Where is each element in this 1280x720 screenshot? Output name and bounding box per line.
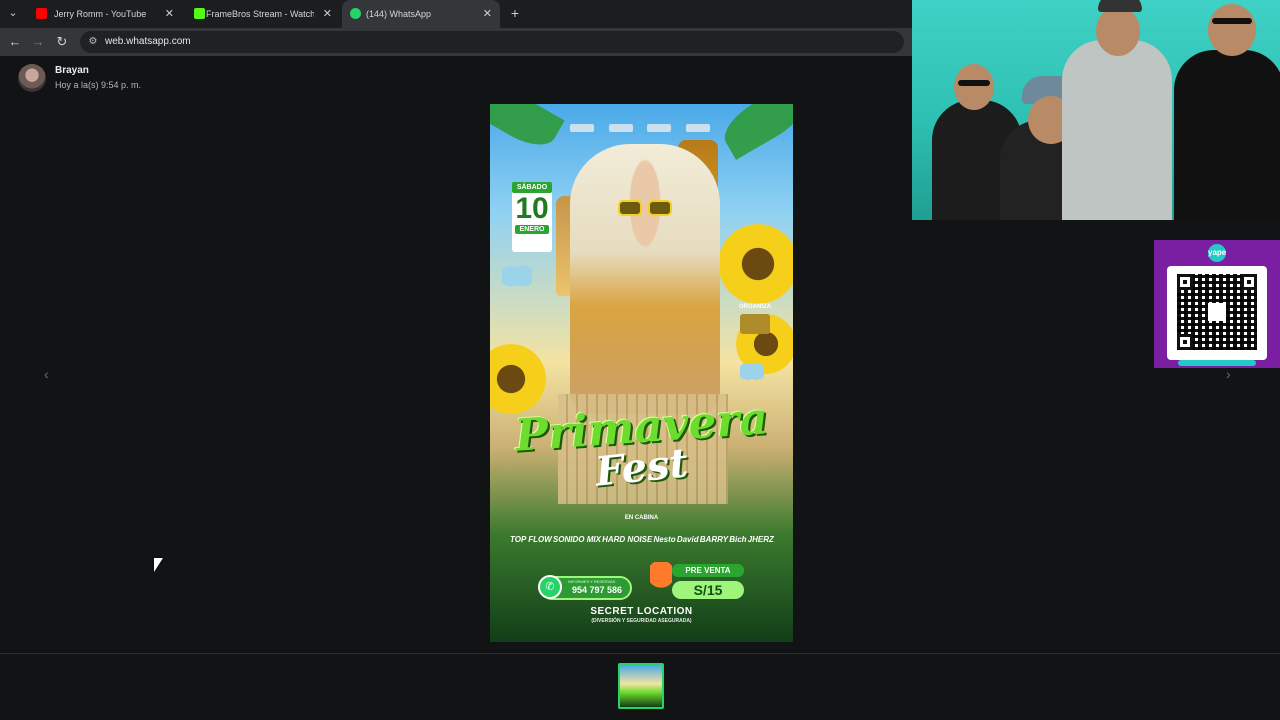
qr-frame (1167, 266, 1267, 360)
browser-tab-strip: ⌄ Jerry Romm - YouTube ✕ FrameBros Strea… (0, 0, 912, 28)
whatsapp-icon (350, 8, 361, 19)
tab-search-chevron-icon[interactable]: ⌄ (4, 4, 22, 22)
person (1062, 40, 1172, 220)
sunflower (490, 344, 546, 414)
close-tab-icon[interactable]: ✕ (323, 7, 332, 20)
palm-leaf (490, 104, 565, 156)
cap (1098, 0, 1142, 12)
dj-logo: Nesto (653, 534, 676, 544)
tab-youtube[interactable]: Jerry Romm - YouTube ✕ (26, 0, 182, 28)
whatsapp-label: INFORMES Y RESERVAS (568, 579, 616, 584)
close-tab-icon[interactable]: ✕ (483, 7, 492, 20)
location-subtitle: (DIVERSIÓN Y SEGURIDAD ASEGURADA) (591, 618, 692, 624)
event-month: ENERO (515, 225, 549, 234)
dj-logo: TOP FLOW (510, 534, 552, 544)
new-tab-button[interactable]: + (506, 4, 524, 22)
sender-avatar[interactable] (18, 64, 46, 92)
dj-logo: HARD NOISE (602, 534, 653, 544)
back-arrow-icon[interactable]: ← (6, 33, 24, 51)
mouse-cursor (154, 558, 163, 572)
previous-media-chevron-icon[interactable]: ‹ (44, 366, 49, 382)
person (1174, 50, 1280, 220)
person-head (1208, 4, 1256, 56)
payment-qr-card: yape (1154, 240, 1280, 368)
tab-whatsapp[interactable]: (144) WhatsApp ✕ (342, 0, 500, 28)
en-cabina-label: EN CABINA (624, 515, 659, 521)
person-head (954, 64, 994, 110)
presale-price: S/15 (672, 581, 744, 599)
close-tab-icon[interactable]: ✕ (165, 7, 174, 20)
event-date-number: 10 (515, 192, 549, 225)
sponsor-logos (570, 124, 710, 134)
site-settings-icon[interactable]: ⚙ (86, 35, 100, 49)
palm-leaf (716, 104, 793, 160)
dj-lineup: TOP FLOW SONIDO MIX HARD NOISE Nesto Dav… (510, 528, 774, 550)
reload-icon[interactable]: ↻ (53, 33, 71, 51)
dj-logo: Bich (729, 534, 747, 544)
next-media-chevron-icon[interactable]: › (1226, 366, 1231, 382)
youtube-icon (36, 8, 47, 19)
organizer-block: ORGANIZA (732, 304, 778, 334)
tab-title: (144) WhatsApp (366, 9, 432, 19)
organizer-logo (740, 314, 770, 334)
webcam-overlay (912, 0, 1280, 220)
poster-model (570, 144, 720, 414)
butterfly (502, 264, 532, 294)
media-image-poster: SÁBADO 10 ENERO ORGANIZA Primavera Fest … (490, 104, 793, 642)
tab-title: Jerry Romm - YouTube (54, 9, 147, 19)
cocktail-glass (650, 562, 672, 602)
whatsapp-number: 954 797 586 (572, 585, 623, 595)
dj-logo: SONIDO MIX (552, 534, 601, 544)
forward-arrow-icon[interactable]: → (29, 33, 47, 51)
organiza-label: ORGANIZA (739, 304, 771, 310)
yape-logo: yape (1208, 244, 1226, 262)
sent-time: Hoy a la(s) 9:54 p. m. (55, 80, 142, 90)
thumbnail-divider (0, 653, 1280, 654)
sunglasses (1212, 18, 1252, 24)
sender-name: Brayan (55, 65, 89, 76)
qr-footer-bar (1178, 360, 1256, 366)
tab-framebros[interactable]: FrameBros Stream - Watch Live ✕ (184, 0, 340, 28)
tab-title: FrameBros Stream - Watch Live (206, 9, 314, 19)
url-text: web.whatsapp.com (105, 36, 191, 47)
event-date-card: SÁBADO 10 ENERO (512, 182, 552, 252)
qr-finder-pattern (1177, 334, 1193, 350)
sunglasses (958, 80, 990, 86)
qr-finder-pattern (1177, 274, 1193, 290)
qr-finder-pattern (1241, 274, 1257, 290)
sunflower (718, 224, 793, 304)
whatsapp-icon: ✆ (538, 575, 562, 599)
dj-logo: BARRY (699, 534, 729, 544)
person-head (1096, 6, 1140, 56)
location-title: SECRET LOCATION (590, 606, 693, 617)
dj-logo: JHERZ (747, 534, 774, 544)
presale-label: PRE VENTA (672, 564, 744, 577)
media-thumbnail[interactable] (618, 663, 664, 709)
kick-icon (194, 8, 205, 19)
presale-block: PRE VENTA S/15 (672, 564, 744, 604)
address-bar[interactable]: ⚙ web.whatsapp.com (80, 31, 904, 53)
dj-logo: David (676, 534, 699, 544)
browser-toolbar: ← → ↻ ⚙ web.whatsapp.com (0, 28, 912, 56)
butterfly (740, 362, 764, 386)
whatsapp-contact-pill: ✆ INFORMES Y RESERVAS 954 797 586 (538, 575, 632, 600)
sunglasses (618, 200, 674, 216)
